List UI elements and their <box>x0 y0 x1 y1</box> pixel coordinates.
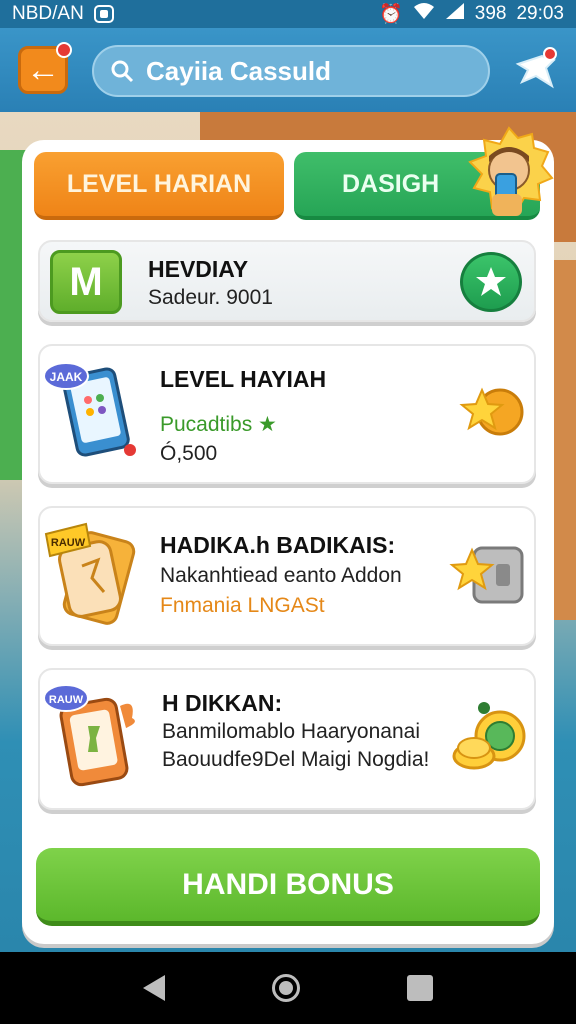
bonus-button[interactable]: HANDI BONUS <box>36 848 540 926</box>
daily-subtitle: Sadeur. 9001 <box>148 286 273 309</box>
search-text: Cayiia Cassuld <box>146 55 331 86</box>
task-card-hdikkan[interactable]: RAUW H DIKKAN: Banmilomablo Haaryonanai … <box>38 668 536 810</box>
hand-phone-illustration: RAUW <box>40 676 144 794</box>
carrier-label: NBD/AN <box>12 3 84 24</box>
tab-label: DASIGH <box>342 169 440 198</box>
notification-dot <box>56 42 72 58</box>
scroll-illustration: RAUW <box>42 516 142 632</box>
task-card-level[interactable]: JAAK LEVEL HAYIAH Pucadtibs ★ Ó,500 <box>38 344 536 484</box>
star-slot-icon <box>448 544 526 606</box>
illus-tag: RAUW <box>51 537 86 549</box>
system-nav-bar <box>0 952 576 1024</box>
star-icon <box>476 267 506 296</box>
illus-tag: RAUW <box>49 694 84 706</box>
card-title: LEVEL HAYIAH <box>160 366 327 392</box>
search-bar[interactable]: Cayiia Cassuld <box>92 45 490 97</box>
card-reward-amount: Ó,500 <box>160 442 218 465</box>
daily-card[interactable]: M HEVDIAY Sadeur. 9001 <box>38 240 536 322</box>
tab-label: LEVEL HARIAN <box>66 169 252 198</box>
back-arrow-icon: ← <box>26 50 60 89</box>
search-icon <box>110 59 134 83</box>
card-description-2: Baouudfe9Del Maigi Nogdia! <box>162 748 430 771</box>
illus-tag: JAAK <box>50 370 83 384</box>
card-description: Nakanhtiead eanto Addon <box>160 564 402 587</box>
phone-illustration: JAAK <box>42 354 142 464</box>
card-description: Banmilomablo Haaryonanai <box>162 720 420 743</box>
coins-globe-icon <box>444 700 528 776</box>
daily-m-badge: M <box>50 250 122 314</box>
tab-level-harian[interactable]: LEVEL HARIAN <box>34 152 284 220</box>
status-bar: NBD/AN ⏰ 398 29:03 <box>0 0 576 28</box>
daily-title: HEVDIAY <box>148 256 249 282</box>
daily-star-button[interactable] <box>460 252 522 312</box>
mascot-illustration <box>462 124 556 224</box>
wifi-icon <box>413 2 435 26</box>
task-card-hadikah[interactable]: RAUW HADIKA.h BADIKAIS: Nakanhtiead eant… <box>38 506 536 646</box>
card-title: H DIKKAN: <box>162 690 283 716</box>
badge-letter: M <box>69 259 103 304</box>
app-notification-icon <box>93 5 114 23</box>
nav-home-icon[interactable] <box>271 974 300 1002</box>
clock: 29:03 <box>516 3 564 24</box>
app-bar: ← Cayiia Cassuld <box>0 28 576 112</box>
nav-recents-icon[interactable] <box>406 975 433 1001</box>
battery-level: 398 <box>474 3 507 24</box>
card-reward-label: Pucadtibs ★ <box>160 413 277 436</box>
card-title: HADIKA.h BADIKAIS: <box>160 532 396 558</box>
gold-star-coin-icon <box>458 384 524 440</box>
signal-icon <box>445 2 465 26</box>
nav-back-icon[interactable] <box>143 975 166 1001</box>
bonus-label: HANDI BONUS <box>182 867 394 901</box>
bird-icon <box>515 47 557 89</box>
bird-button[interactable] <box>512 46 560 94</box>
alarm-icon: ⏰ <box>379 4 403 25</box>
card-reward-label: Fnmania LNGASt <box>160 594 325 617</box>
